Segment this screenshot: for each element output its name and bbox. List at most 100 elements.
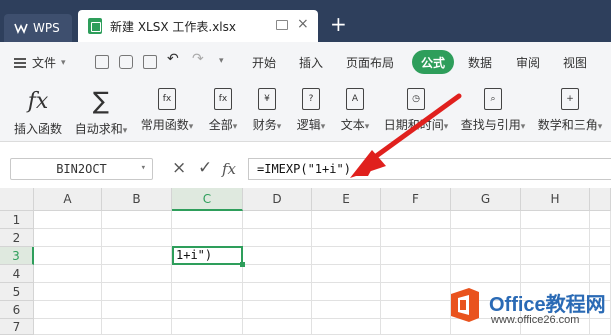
math-trig-button[interactable]: + 数学和三角▾ (535, 82, 605, 142)
grid-cell[interactable] (381, 301, 451, 319)
grid-cell[interactable] (102, 301, 172, 319)
grid-cell[interactable] (521, 229, 590, 247)
grid-cell[interactable] (243, 319, 312, 335)
column-header[interactable]: D (243, 188, 312, 211)
confirm-icon[interactable]: ✓ (198, 158, 212, 178)
grid-cell[interactable] (172, 319, 243, 335)
grid-cell[interactable] (312, 301, 381, 319)
grid-cell[interactable] (243, 265, 312, 283)
document-tab[interactable]: 新建 XLSX 工作表.xlsx × (78, 10, 318, 42)
grid-cell[interactable] (34, 283, 102, 301)
grid-cell[interactable] (521, 211, 590, 229)
tab-review[interactable]: 审阅 (516, 54, 540, 71)
grid-cell[interactable] (451, 229, 521, 247)
grid-cell[interactable] (172, 283, 243, 301)
grid-cell[interactable] (381, 229, 451, 247)
column-header-active[interactable]: C (172, 188, 243, 211)
select-all-corner[interactable] (0, 188, 34, 211)
formula-input[interactable]: =IMEXP("1+i") (248, 158, 611, 180)
column-header[interactable]: G (451, 188, 521, 211)
grid-cell[interactable] (451, 265, 521, 283)
column-header-partial[interactable] (590, 188, 611, 211)
print-preview-icon[interactable] (143, 55, 157, 69)
grid-cell[interactable] (243, 247, 312, 265)
file-menu[interactable]: 文件 ▾ (14, 54, 66, 71)
quick-access-dropdown-icon[interactable]: ▾ (219, 56, 224, 66)
date-time-button[interactable]: ◷ 日期和时间▾ (381, 82, 451, 142)
column-header[interactable]: E (312, 188, 381, 211)
row-header[interactable]: 5 (0, 283, 34, 301)
grid-cell[interactable] (172, 301, 243, 319)
common-functions-button[interactable]: fx 常用函数▾ (140, 82, 194, 142)
undo-icon[interactable]: ↶ (167, 51, 179, 67)
logical-button[interactable]: ? 逻辑▾ (293, 82, 329, 142)
text-button[interactable]: A 文本▾ (337, 82, 373, 142)
save-icon[interactable] (95, 55, 109, 69)
grid-cell[interactable] (312, 211, 381, 229)
grid-cell[interactable] (590, 229, 611, 247)
grid-cell[interactable] (243, 283, 312, 301)
grid-cell[interactable] (312, 283, 381, 301)
grid-cell[interactable] (34, 211, 102, 229)
close-tab-icon[interactable]: × (297, 16, 309, 32)
tab-page-layout[interactable]: 页面布局 (346, 54, 394, 71)
financial-button[interactable]: ¥ 财务▾ (249, 82, 285, 142)
grid-cell[interactable] (34, 265, 102, 283)
row-header[interactable]: 2 (0, 229, 34, 247)
insert-function-button[interactable]: fx 插入函数 (12, 82, 64, 142)
grid-cell[interactable] (172, 265, 243, 283)
lookup-reference-button[interactable]: ⌕ 查找与引用▾ (459, 82, 527, 142)
grid-cell[interactable] (521, 265, 590, 283)
tab-view[interactable]: 视图 (563, 54, 587, 71)
column-header[interactable]: A (34, 188, 102, 211)
grid-cell[interactable] (381, 247, 451, 265)
grid-cell[interactable] (590, 211, 611, 229)
grid-cell[interactable] (102, 265, 172, 283)
grid-cell[interactable] (451, 247, 521, 265)
grid-cell[interactable] (381, 283, 451, 301)
autosum-button[interactable]: ∑ 自动求和▾ (72, 82, 130, 142)
tab-insert[interactable]: 插入 (299, 54, 323, 71)
grid-cell[interactable] (34, 319, 102, 335)
grid-cell[interactable] (312, 319, 381, 335)
grid-cell[interactable] (451, 211, 521, 229)
cancel-icon[interactable]: × (172, 158, 186, 178)
grid-cell[interactable] (590, 247, 611, 265)
tab-home[interactable]: 开始 (252, 54, 276, 71)
grid-cell[interactable] (172, 211, 243, 229)
grid-cell[interactable] (521, 247, 590, 265)
insert-function-icon[interactable]: fx (222, 160, 236, 178)
active-cell-c3[interactable]: 1+i") (172, 246, 245, 267)
grid-cell[interactable] (312, 265, 381, 283)
row-header[interactable]: 1 (0, 211, 34, 229)
column-header[interactable]: H (521, 188, 590, 211)
grid-cell[interactable] (312, 247, 381, 265)
row-header-active[interactable]: 3 (0, 247, 34, 265)
grid-cell[interactable] (381, 211, 451, 229)
grid-cell[interactable] (590, 265, 611, 283)
grid-cell[interactable] (102, 319, 172, 335)
chevron-down-icon[interactable]: ▾ (141, 163, 146, 173)
redo-icon[interactable]: ↷ (192, 51, 204, 67)
grid-cell[interactable] (172, 229, 243, 247)
grid-cell[interactable] (243, 301, 312, 319)
grid-cell[interactable] (34, 229, 102, 247)
grid-cell[interactable] (34, 247, 102, 265)
column-header[interactable]: F (381, 188, 451, 211)
name-box[interactable]: BIN2OCT ▾ (10, 158, 153, 180)
grid-cell[interactable] (381, 319, 451, 335)
grid-cell[interactable] (102, 211, 172, 229)
grid-cell[interactable] (102, 283, 172, 301)
grid-cell[interactable] (243, 211, 312, 229)
row-header[interactable]: 7 (0, 319, 34, 335)
grid-cell[interactable] (381, 265, 451, 283)
tab-formulas[interactable]: 公式 (412, 50, 454, 74)
grid-cell[interactable] (312, 229, 381, 247)
print-icon[interactable] (119, 55, 133, 69)
grid-cell[interactable] (34, 301, 102, 319)
row-header[interactable]: 4 (0, 265, 34, 283)
tab-data[interactable]: 数据 (468, 54, 492, 71)
column-header[interactable]: B (102, 188, 172, 211)
grid-cell[interactable] (102, 229, 172, 247)
grid-cell[interactable] (243, 229, 312, 247)
